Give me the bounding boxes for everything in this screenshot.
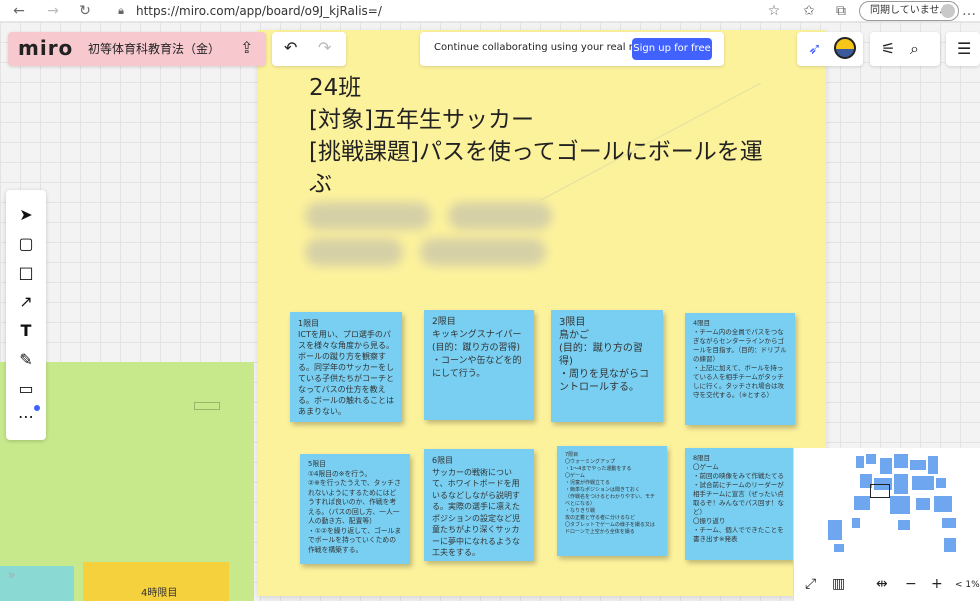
minimap-item	[894, 474, 908, 494]
main-note-title: 24班 [対象]五年生サッカー [挑戦課題]パスを使ってゴールにボールを運ぶ	[309, 75, 763, 197]
sticky-period-7[interactable]: 7限目 〇ウォーミングアップ ・1～4までやった運動をする 〇ゲーム ・児童が作…	[557, 446, 667, 556]
minimap-item	[928, 456, 938, 474]
sticky-note-tool-icon[interactable]: ▢	[6, 231, 46, 257]
blurred-name	[305, 238, 403, 266]
text-tool-icon[interactable]: T	[6, 318, 46, 344]
minimap-item	[852, 518, 860, 528]
zoom-level[interactable]: < 1%	[955, 580, 980, 590]
collections-icon[interactable]: ⧉	[832, 2, 850, 20]
minimap-item	[898, 520, 910, 530]
minimap-item	[890, 496, 910, 514]
zoom-in-icon[interactable]: +	[931, 576, 943, 592]
sync-status-label: 同期していません	[870, 5, 950, 16]
sticky-period-3[interactable]: 3限目 鳥かご (目的：蹴り方の習得) ・周りを見ながらコントロールする。	[551, 310, 663, 422]
select-cursor-icon[interactable]: ➤	[6, 202, 46, 228]
favorites-list-icon[interactable]: ✩	[800, 2, 818, 20]
address-bar[interactable]: https://miro.com/app/board/o9J_kjRalis=/	[136, 4, 382, 18]
user-avatar[interactable]	[834, 37, 856, 59]
export-upload-icon[interactable]: ⇪	[240, 38, 253, 57]
sticky-period-6[interactable]: 6限目 サッカーの戦術について、ホワイトボードを用いるなどしながら説明する。実際…	[424, 449, 534, 561]
minimap-viewport[interactable]	[870, 484, 890, 498]
comment-icon[interactable]: ▭	[6, 376, 46, 402]
green-note-frame	[194, 402, 220, 410]
favorite-star-icon[interactable]: ☆	[765, 2, 783, 20]
period-label: 4時限目	[141, 588, 178, 599]
miro-logo[interactable]: miro	[18, 36, 73, 60]
profile-sync-button[interactable]: 同期していません	[859, 1, 959, 21]
blurred-name	[305, 202, 431, 230]
sticky-period-4[interactable]: 4限目 ・チーム内の全員でパスをつなぎながらセンターラインからゴールを目指す。（…	[685, 313, 795, 425]
expand-sidebar-icon[interactable]: »	[8, 568, 40, 598]
fit-to-screen-icon[interactable]: ⇹	[876, 576, 888, 592]
profile-avatar	[941, 4, 955, 18]
reload-icon[interactable]: ↻	[76, 2, 94, 20]
minimap-item	[880, 458, 892, 474]
minimap-item	[910, 460, 926, 470]
minimap-item	[828, 520, 842, 540]
sticky-period-8[interactable]: 8限目 〇ゲーム ・前回の映像をみて作戦たてる ・試合前にチームのリーダーが相手…	[685, 448, 795, 560]
minimap-item	[912, 476, 934, 490]
minimap-item	[934, 496, 952, 512]
map-toggle-icon[interactable]: ▥	[832, 576, 845, 592]
sticky-period-5[interactable]: 5限目 ①4限目の※を行う。 ②※を行ったうえで、タッチされないようにするために…	[300, 454, 410, 564]
connector-arrow-icon[interactable]: ↗	[6, 289, 46, 315]
minimap-item	[834, 544, 844, 552]
redo-icon[interactable]: ↷	[318, 38, 331, 57]
undo-icon[interactable]: ↶	[284, 38, 297, 57]
minimap-item	[942, 518, 956, 528]
minimap-item	[944, 538, 956, 552]
minimap-item	[936, 478, 946, 488]
undo-redo-bar: ↶ ↷	[272, 32, 346, 66]
yellow-sticky-note[interactable]: 4時限目	[83, 562, 229, 601]
board-name[interactable]: 初等体育科教育法（金）	[88, 40, 220, 57]
pen-tool-icon[interactable]: ✎	[6, 347, 46, 373]
minimap-item	[894, 454, 908, 468]
browser-toolbar: ← → ↻ 🔒︎ https://miro.com/app/board/o9J_…	[0, 0, 980, 22]
real-name-banner: Continue collaborating using your real n…	[420, 32, 724, 66]
notification-dot	[34, 405, 40, 411]
lock-icon: 🔒︎	[118, 4, 124, 17]
minimap-item	[916, 498, 930, 510]
adjust-settings-icon[interactable]: ⚟	[881, 39, 895, 58]
minimap-item	[856, 456, 864, 468]
sticky-period-2[interactable]: 2限目 キッキングスナイパー (目的：蹴り方の習得) ・コーンや缶などを的にして…	[424, 310, 534, 420]
blurred-name	[420, 238, 546, 266]
minimap-item	[854, 496, 870, 510]
cursor-follow-icon[interactable]: ➶	[808, 39, 821, 58]
search-icon[interactable]: ⌕	[910, 39, 919, 59]
zoom-out-icon[interactable]: −	[905, 576, 917, 592]
signup-button[interactable]: Sign up for free	[632, 38, 712, 60]
back-arrow-icon[interactable]: ←	[10, 2, 28, 20]
shape-tool-icon[interactable]: □	[6, 260, 46, 286]
more-menu-icon[interactable]: …	[960, 2, 978, 20]
more-tools-icon[interactable]: ⋯	[6, 404, 46, 430]
forward-arrow-icon[interactable]: →	[44, 2, 62, 20]
sticky-period-1[interactable]: 1限目 ICTを用い、プロ選手のパスを様々な角度から見る。ボールの蹴り方を観察す…	[290, 312, 402, 422]
banner-text: Continue collaborating using your real n…	[434, 42, 661, 53]
minimap-item	[866, 454, 876, 464]
blurred-name	[448, 202, 552, 230]
left-toolbar: ➤ ▢ □ ↗ T ✎ ▭ ⋯	[6, 190, 46, 440]
board-menu-icon[interactable]: ☰	[957, 39, 971, 58]
fullscreen-icon[interactable]: ⤢	[805, 576, 816, 592]
